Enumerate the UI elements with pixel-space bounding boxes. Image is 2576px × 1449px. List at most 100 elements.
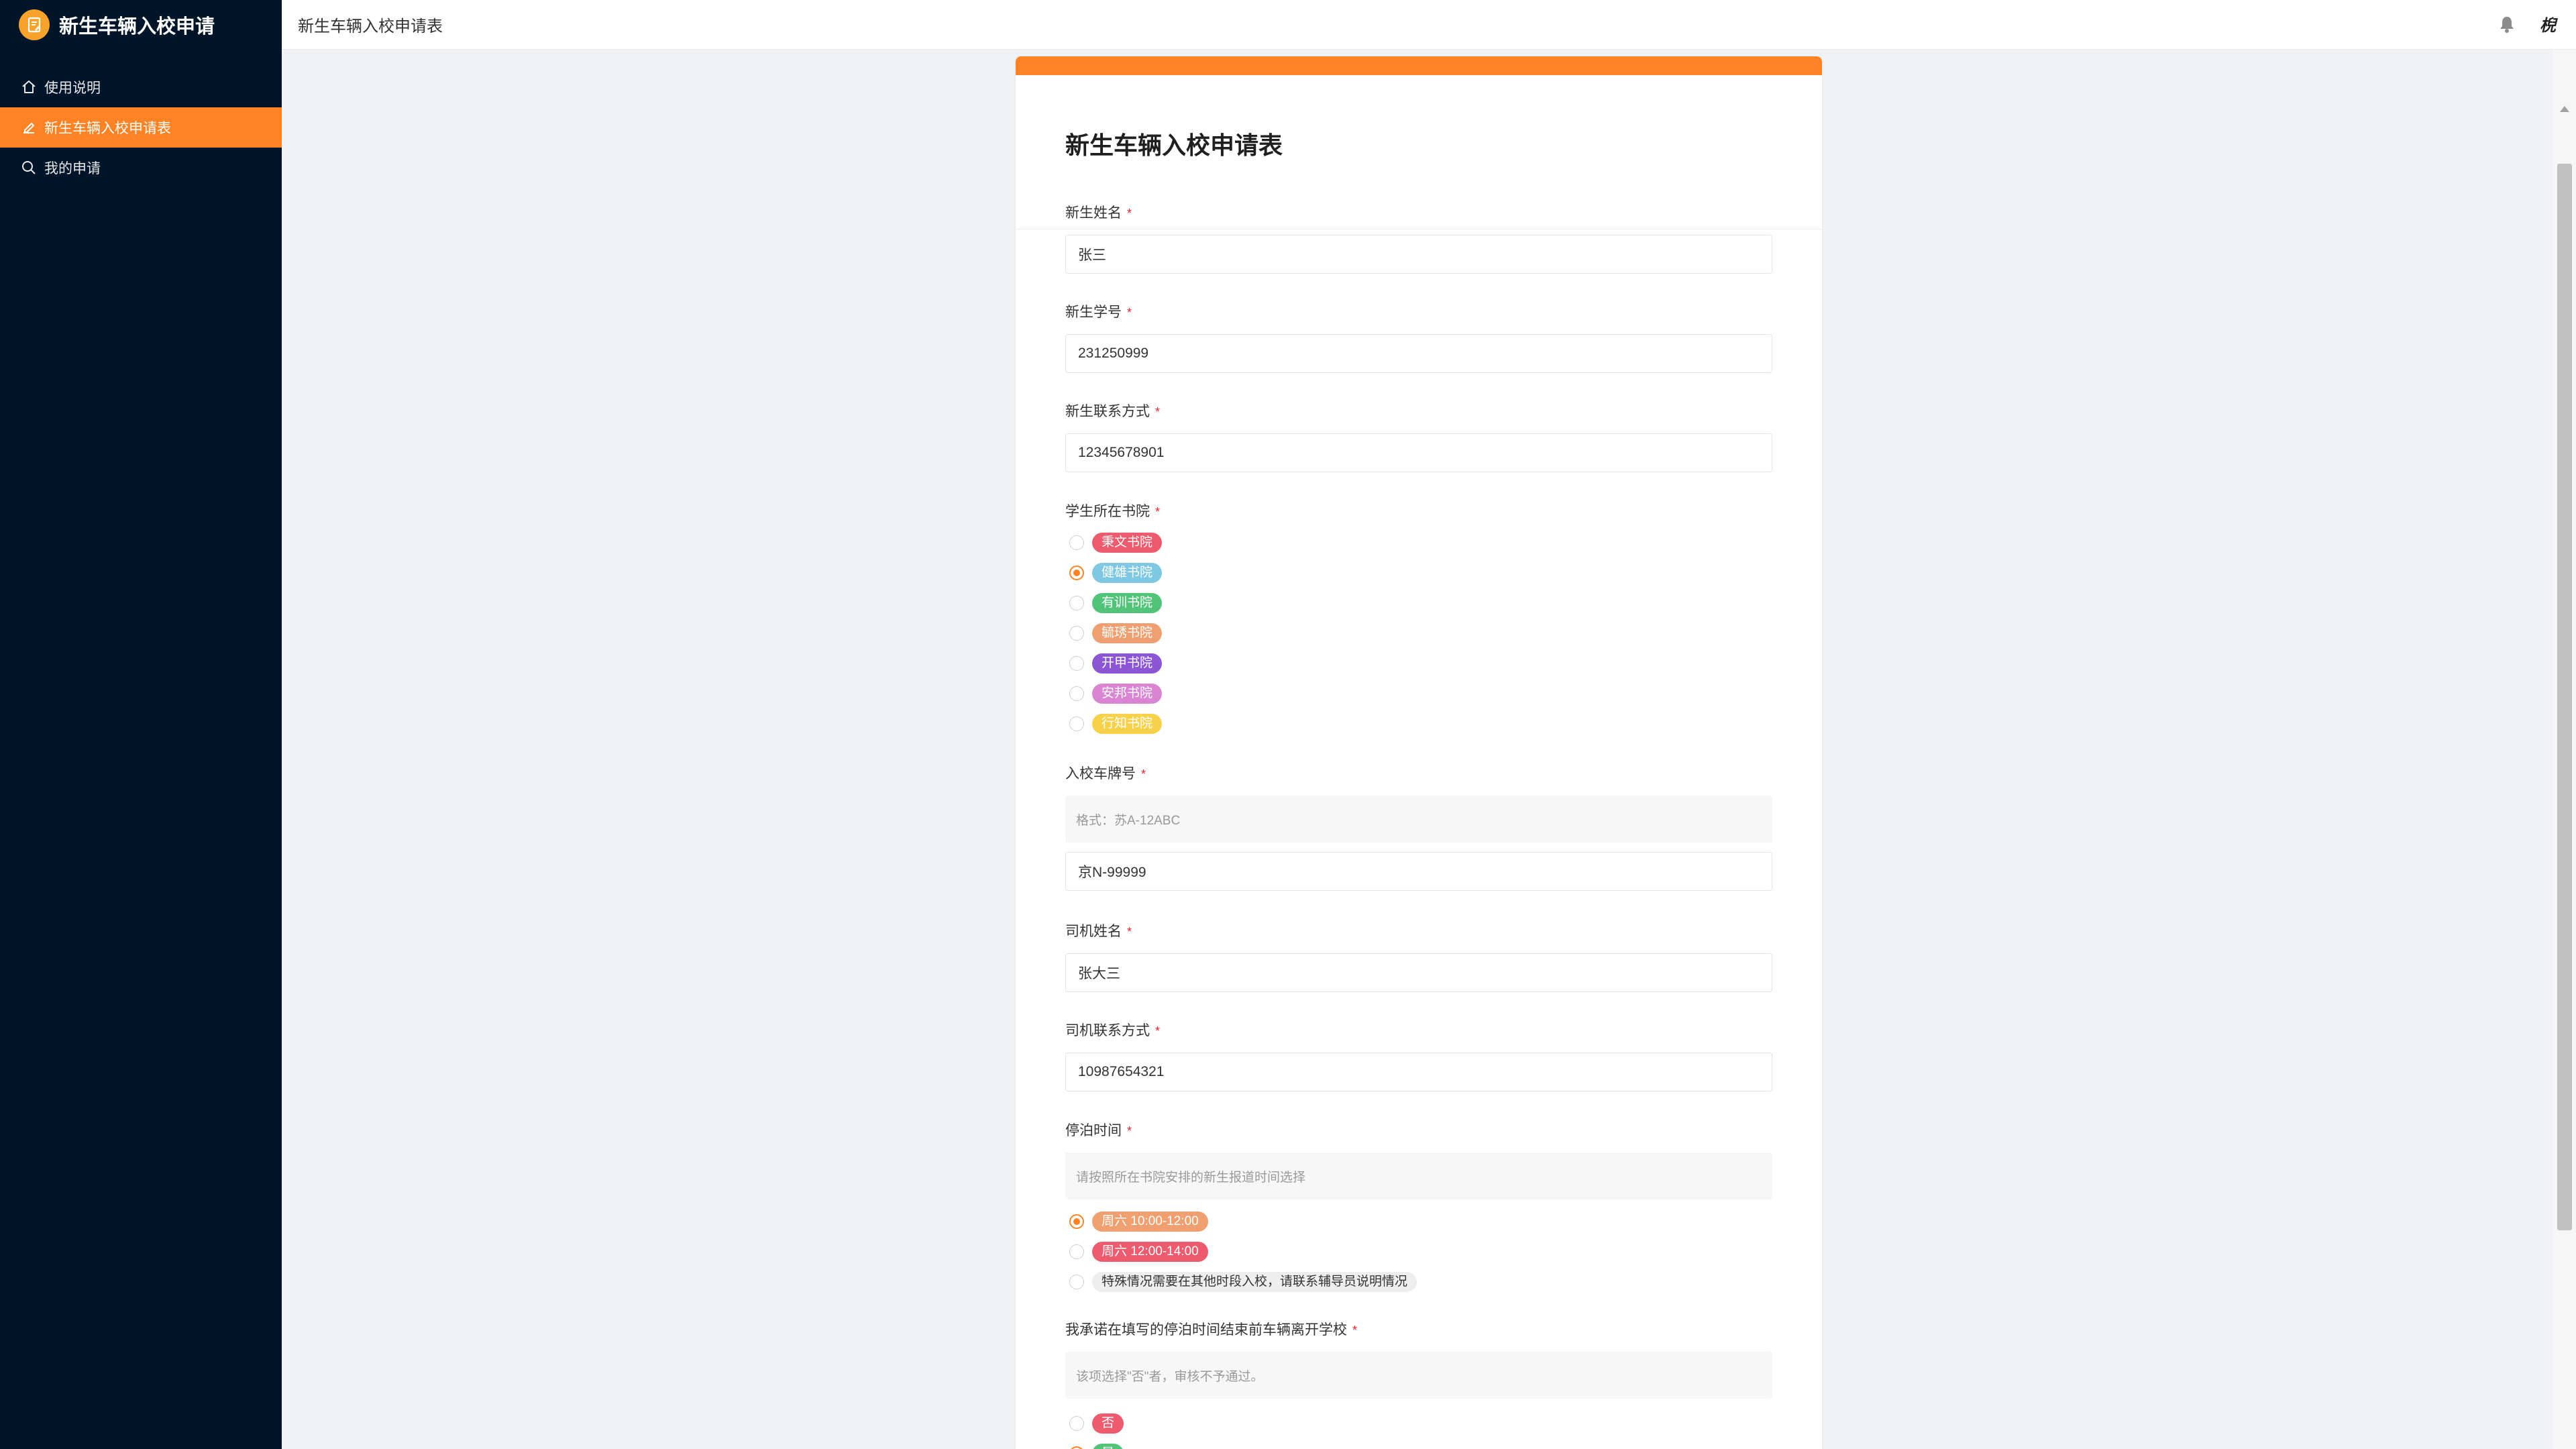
radio-button[interactable] — [1069, 716, 1084, 731]
radio-button[interactable] — [1069, 1244, 1084, 1259]
option-tag: 秉文书院 — [1092, 532, 1163, 553]
edit-icon — [20, 119, 38, 136]
radio-button[interactable] — [1069, 1415, 1084, 1431]
app-logo-icon — [19, 9, 50, 40]
radio-button[interactable] — [1069, 595, 1084, 610]
promise-option[interactable]: 否 — [1065, 1408, 1772, 1438]
promise-option[interactable]: 是 — [1065, 1438, 1772, 1449]
college-option[interactable]: 毓琇书院 — [1065, 618, 1772, 648]
field-label: 学生所在书院 — [1065, 504, 1150, 519]
student-contact-input[interactable] — [1065, 433, 1772, 472]
sidebar-item-instructions[interactable]: 使用说明 — [0, 67, 282, 107]
card-accent-bar — [1016, 56, 1822, 75]
field-student-name: 新生姓名 * — [1065, 204, 1772, 274]
field-student-id: 新生学号 * — [1065, 303, 1772, 373]
required-mark: * — [1127, 925, 1132, 938]
option-tag: 否 — [1092, 1413, 1124, 1434]
field-label: 停泊时间 — [1065, 1123, 1122, 1138]
option-tag: 是 — [1092, 1443, 1124, 1449]
top-header: 新生车辆入校申请表 棿 — [282, 0, 2576, 50]
header-actions: 棿 — [2497, 12, 2556, 36]
required-mark: * — [1127, 207, 1132, 220]
sidebar-item-application-form[interactable]: 新生车辆入校申请表 — [0, 107, 282, 148]
college-option[interactable]: 健雄书院 — [1065, 557, 1772, 588]
required-mark: * — [1127, 306, 1132, 319]
bell-icon[interactable] — [2497, 14, 2517, 34]
plate-input[interactable] — [1065, 852, 1772, 891]
plate-format-hint: 格式：苏A-12ABC — [1065, 796, 1772, 843]
scroll-up-arrow-icon[interactable] — [2560, 106, 2569, 112]
option-tag: 安邦书院 — [1092, 683, 1163, 704]
parking-time-radio-group: 周六 10:00-12:00 周六 12:00-14:00 特殊情况需要在其他时… — [1065, 1206, 1772, 1297]
college-option[interactable]: 有训书院 — [1065, 588, 1772, 618]
promise-radio-group: 否 是 — [1065, 1408, 1772, 1449]
search-icon — [20, 159, 38, 176]
parking-time-hint: 请按照所在书院安排的新生报道时间选择 — [1065, 1152, 1772, 1199]
required-mark: * — [1352, 1324, 1358, 1337]
page-scrollbar[interactable] — [2553, 50, 2576, 1449]
parking-time-option[interactable]: 特殊情况需要在其他时段入校，请联系辅导员说明情况 — [1065, 1267, 1772, 1297]
radio-button[interactable] — [1069, 1446, 1084, 1449]
driver-name-input[interactable] — [1065, 953, 1772, 992]
home-icon — [20, 78, 38, 96]
field-label: 司机联系方式 — [1065, 1023, 1150, 1038]
sidebar-menu: 使用说明 新生车辆入校申请表 我的申请 — [0, 67, 282, 188]
option-tag: 周六 12:00-14:00 — [1092, 1241, 1208, 1262]
radio-button[interactable] — [1069, 565, 1084, 580]
sidebar-item-label: 我的申请 — [44, 161, 101, 176]
field-parking-time: 停泊时间 * 请按照所在书院安排的新生报道时间选择 周六 10:00-12:00 … — [1065, 1122, 1772, 1297]
field-student-contact: 新生联系方式 * — [1065, 402, 1772, 472]
promise-hint: 该项选择"否"者，审核不予通过。 — [1065, 1352, 1772, 1399]
field-plate: 入校车牌号 * 格式：苏A-12ABC — [1065, 765, 1772, 891]
sidebar-item-my-applications[interactable]: 我的申请 — [0, 148, 282, 188]
field-label: 新生学号 — [1065, 305, 1122, 320]
required-mark: * — [1155, 505, 1161, 519]
scrollbar-thumb[interactable] — [2557, 164, 2572, 1230]
avatar[interactable]: 棿 — [2540, 12, 2556, 36]
sidebar-item-label: 新生车辆入校申请表 — [44, 121, 171, 136]
radio-button[interactable] — [1069, 686, 1084, 701]
radio-button[interactable] — [1069, 1214, 1084, 1229]
college-option[interactable]: 安邦书院 — [1065, 678, 1772, 708]
student-name-input[interactable] — [1065, 235, 1772, 274]
parking-time-option[interactable]: 周六 10:00-12:00 — [1065, 1206, 1772, 1236]
college-option[interactable]: 行知书院 — [1065, 708, 1772, 739]
sidebar: 新生车辆入校申请 使用说明 新生车辆入校申请表 我的申请 — [0, 0, 282, 1449]
form-title: 新生车辆入校申请表 — [1065, 131, 1283, 159]
field-driver-name: 司机姓名 * — [1065, 922, 1772, 992]
option-tag: 有训书院 — [1092, 592, 1163, 613]
page-title: 新生车辆入校申请表 — [298, 17, 443, 36]
required-mark: * — [1141, 767, 1146, 781]
college-option[interactable]: 开甲书院 — [1065, 648, 1772, 678]
option-tag: 开甲书院 — [1092, 653, 1163, 674]
field-label: 司机姓名 — [1065, 924, 1122, 939]
required-mark: * — [1127, 1124, 1132, 1138]
sidebar-item-label: 使用说明 — [44, 80, 101, 96]
radio-button[interactable] — [1069, 625, 1084, 641]
radio-button[interactable] — [1069, 655, 1084, 671]
option-tag: 健雄书院 — [1092, 562, 1163, 583]
brand[interactable]: 新生车辆入校申请 — [0, 0, 282, 50]
option-tag: 特殊情况需要在其他时段入校，请联系辅导员说明情况 — [1092, 1271, 1417, 1292]
option-tag: 毓琇书院 — [1092, 623, 1163, 643]
required-mark: * — [1155, 1024, 1161, 1038]
field-label: 新生姓名 — [1065, 205, 1122, 221]
option-tag: 周六 10:00-12:00 — [1092, 1211, 1208, 1232]
radio-button[interactable] — [1069, 1274, 1084, 1289]
field-label: 我承诺在填写的停泊时间结束前车辆离开学校 — [1065, 1322, 1347, 1338]
college-radio-group: 秉文书院 健雄书院 有训书院 毓琇书院 开甲书院 安邦书院 行知书院 — [1065, 527, 1772, 739]
field-college: 学生所在书院 * 秉文书院 健雄书院 有训书院 毓琇书院 开甲书院 安邦书院 行… — [1065, 502, 1772, 739]
form-card: 新生车辆入校申请表 新生姓名 * 新生学号 * 新生联系方式 * 学生所在书院 * 秉文… — [1016, 56, 1822, 1449]
required-mark: * — [1155, 405, 1161, 419]
radio-button[interactable] — [1069, 535, 1084, 550]
parking-time-option[interactable]: 周六 12:00-14:00 — [1065, 1236, 1772, 1267]
college-option[interactable]: 秉文书院 — [1065, 527, 1772, 557]
field-label: 新生联系方式 — [1065, 404, 1150, 419]
brand-title: 新生车辆入校申请 — [59, 16, 215, 38]
student-id-input[interactable] — [1065, 334, 1772, 373]
field-promise: 我承诺在填写的停泊时间结束前车辆离开学校 * 该项选择"否"者，审核不予通过。 否… — [1065, 1321, 1772, 1449]
field-label: 入校车牌号 — [1065, 766, 1136, 782]
driver-contact-input[interactable] — [1065, 1053, 1772, 1091]
field-driver-contact: 司机联系方式 * — [1065, 1022, 1772, 1091]
option-tag: 行知书院 — [1092, 713, 1163, 734]
